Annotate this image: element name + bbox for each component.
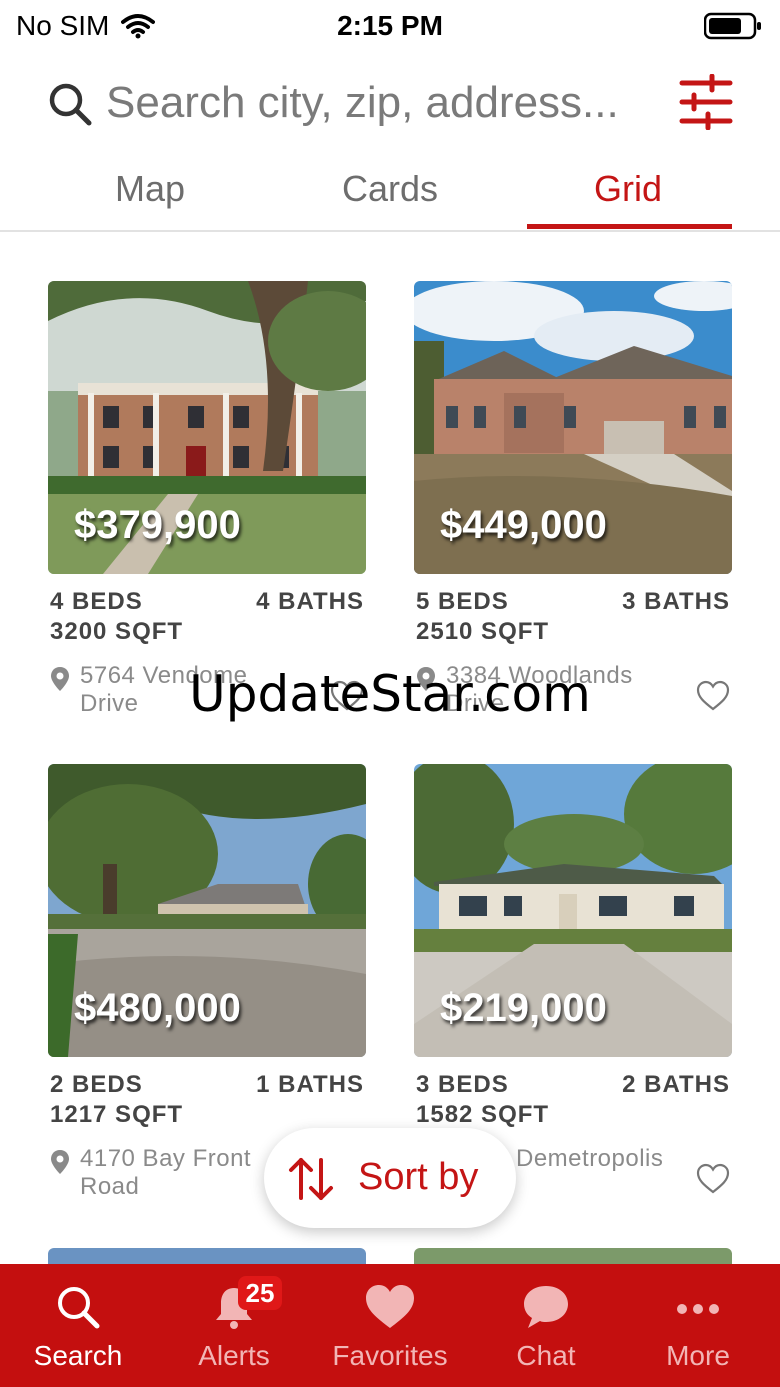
nav-label-chat: Chat <box>516 1340 576 1371</box>
listing-beds: 3 BEDS <box>416 1071 509 1098</box>
listing-specs: 2 BEDS 1 BATHS 1217 SQFT <box>48 1071 366 1133</box>
listing-photo[interactable]: $449,000 <box>414 281 732 574</box>
search-icon <box>49 83 92 126</box>
tab-grid[interactable]: Grid <box>508 168 748 210</box>
listing-card[interactable]: $449,000 5 BEDS 3 BATHS 2510 SQFT 3384 W… <box>414 281 732 722</box>
bottom-nav: Search 25 Alerts Favorites Chat More <box>0 1264 780 1387</box>
tab-cards[interactable]: Cards <box>270 168 510 210</box>
listing-address-text: Demetropolis <box>516 1145 664 1172</box>
listing-price: $480,000 <box>74 986 241 1030</box>
listing-baths: 1 BATHS <box>256 1071 364 1098</box>
listing-beds: 5 BEDS <box>416 588 509 615</box>
more-dots-icon <box>677 1304 719 1314</box>
nav-item-alerts[interactable]: 25 Alerts <box>156 1264 312 1387</box>
listing-sqft: 1217 SQFT <box>50 1101 184 1128</box>
nav-item-search[interactable]: Search <box>0 1264 156 1387</box>
nav-item-chat[interactable]: Chat <box>468 1264 624 1387</box>
listing-baths: 4 BATHS <box>256 588 364 615</box>
status-time: 2:15 PM <box>337 10 443 41</box>
nav-item-more[interactable]: More <box>620 1264 776 1387</box>
nav-label-favorites: Favorites <box>332 1340 448 1371</box>
search-input[interactable]: Search city, zip, address... <box>106 78 619 128</box>
listing-specs: 4 BEDS 4 BATHS 3200 SQFT <box>48 588 366 650</box>
listing-sqft: 1582 SQFT <box>416 1101 550 1128</box>
listing-specs: 3 BEDS 2 BATHS 1582 SQFT <box>414 1071 732 1133</box>
listing-photo[interactable]: $219,000 <box>414 764 732 1057</box>
battery-icon <box>704 12 761 40</box>
sort-by-label: Sort by <box>358 1156 479 1198</box>
listing-specs: 5 BEDS 3 BATHS 2510 SQFT <box>414 588 732 650</box>
listing-address-text: 4170 Bay Front Road <box>80 1145 252 1200</box>
alerts-count-badge: 25 <box>238 1276 282 1310</box>
search-bar[interactable]: Search city, zip, address... <box>0 62 780 148</box>
nav-item-favorites[interactable]: Favorites <box>312 1264 468 1387</box>
sort-arrows-icon <box>289 1158 333 1200</box>
listing-price: $219,000 <box>440 986 607 1030</box>
chat-bubble-icon <box>524 1286 568 1328</box>
nav-label-alerts: Alerts <box>198 1340 270 1371</box>
listing-sqft: 2510 SQFT <box>416 618 550 645</box>
listing-photo[interactable]: $480,000 <box>48 764 366 1057</box>
listing-card[interactable]: $379,900 4 BEDS 4 BATHS 3200 SQFT 5764 V… <box>48 281 366 722</box>
location-pin-icon <box>51 1150 69 1174</box>
listing-price: $449,000 <box>440 503 607 547</box>
listing-sqft: 3200 SQFT <box>50 618 184 645</box>
heart-icon <box>366 1285 414 1328</box>
search-icon <box>58 1287 100 1329</box>
tab-map[interactable]: Map <box>30 168 270 210</box>
sort-by-button[interactable]: Sort by <box>264 1128 516 1228</box>
nav-label-search: Search <box>33 1340 123 1371</box>
view-tabs: Map Cards Grid <box>0 160 780 232</box>
filter-sliders-icon[interactable] <box>678 74 734 130</box>
listing-baths: 2 BATHS <box>622 1071 730 1098</box>
nav-label-more: More <box>666 1340 730 1371</box>
favorite-heart-icon[interactable] <box>696 1163 730 1195</box>
watermark-overlay: UpdateStar.com <box>189 665 591 723</box>
listing-beds: 2 BEDS <box>50 1071 143 1098</box>
active-tab-indicator <box>527 224 732 229</box>
status-bar: No SIM 2:15 PM <box>0 0 780 52</box>
listing-price: $379,900 <box>74 503 241 547</box>
listing-beds: 4 BEDS <box>50 588 143 615</box>
listing-photo[interactable]: $379,900 <box>48 281 366 574</box>
listing-baths: 3 BATHS <box>622 588 730 615</box>
